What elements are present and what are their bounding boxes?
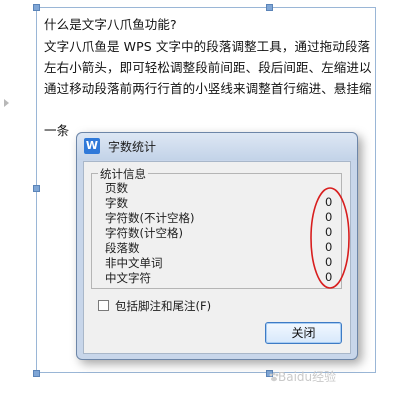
- include-footnotes-label[interactable]: 包括脚注和尾注(F): [115, 298, 211, 314]
- close-button[interactable]: 关闭: [265, 322, 342, 344]
- wps-app-icon: W: [84, 138, 100, 154]
- watermark: Baidu经验: [278, 370, 337, 384]
- doc-line: 左右小箭头，即可轻松调整段前间距、段后间距、左缩进以: [44, 60, 372, 75]
- resize-handle-top-left[interactable]: [33, 4, 40, 11]
- dialog-title: 字数统计: [108, 140, 157, 154]
- dialog-titlebar[interactable]: W 字数统计: [77, 133, 357, 160]
- annotation-ellipse: [310, 187, 350, 289]
- indent-marker-icon: [4, 99, 9, 107]
- doc-line: 文字八爪鱼是 WPS 文字中的段落调整工具，通过拖动段落: [44, 39, 371, 54]
- stat-label-non-chinese-words: 非中文单词: [105, 256, 163, 270]
- statistics-group: 统计信息 页数 字数 0 字符数(不计空格) 0 字符数(计空格) 0 段落数 …: [91, 166, 342, 289]
- stat-label-pages: 页数: [105, 181, 128, 195]
- resize-handle-top-middle[interactable]: [266, 4, 273, 11]
- stat-label-words: 字数: [105, 196, 128, 210]
- resize-handle-middle-left[interactable]: [33, 185, 40, 192]
- doc-line: 一条: [44, 123, 70, 138]
- include-footnotes-checkbox[interactable]: [98, 300, 109, 311]
- stat-label-chars-no-spaces: 字符数(不计空格): [105, 211, 195, 225]
- stat-label-chars-with-spaces: 字符数(计空格): [105, 226, 183, 240]
- stat-label-paragraphs: 段落数: [105, 241, 140, 255]
- doc-line-heading: 什么是文字八爪鱼功能?: [44, 17, 177, 32]
- doc-line: 通过移动段落前两行行首的小竖线来调整首行缩进、悬挂缩: [44, 81, 372, 96]
- resize-handle-bottom-left[interactable]: [33, 370, 40, 377]
- stat-label-chinese-chars: 中文字符: [105, 271, 151, 285]
